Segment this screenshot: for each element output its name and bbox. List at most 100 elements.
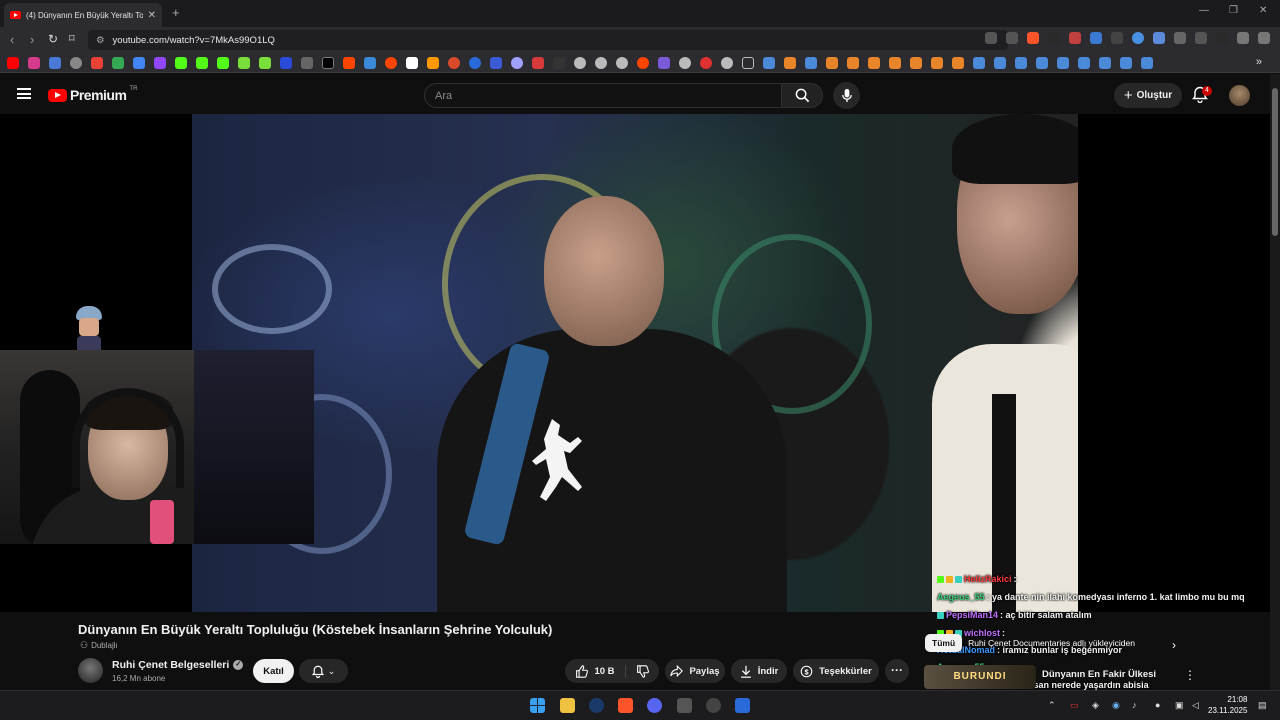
- download-button[interactable]: İndir: [731, 659, 787, 683]
- subscription-bell-button[interactable]: ⌄: [299, 659, 348, 683]
- bookmark-twitch-icon[interactable]: [154, 56, 166, 69]
- bookmark-kick-icon[interactable]: [175, 56, 187, 69]
- tray-steam-icon[interactable]: ◉: [1112, 700, 1120, 711]
- windows-start-icon[interactable]: [530, 698, 545, 713]
- bookmark-orange-folder-icon[interactable]: [868, 56, 880, 69]
- tray-network-icon[interactable]: ▣: [1175, 700, 1184, 711]
- share-icon[interactable]: [1006, 32, 1018, 44]
- bookmark-orange-folder-icon[interactable]: [931, 56, 943, 69]
- brave-shield-icon[interactable]: [1027, 32, 1039, 44]
- site-info-icon[interactable]: ⚙: [96, 35, 105, 46]
- bookmark-pubg-icon[interactable]: [490, 56, 502, 69]
- more-actions-button[interactable]: ···: [885, 659, 909, 683]
- bookmark-orange-folder-icon[interactable]: [784, 56, 796, 69]
- bookmark-orange-folder-icon[interactable]: [847, 56, 859, 69]
- app-icon[interactable]: [706, 698, 721, 713]
- bookmark-steam-icon[interactable]: [763, 56, 775, 69]
- bookmark-youtube-icon[interactable]: [7, 56, 19, 69]
- bookmark-drive-icon[interactable]: [112, 56, 124, 69]
- cast-icon[interactable]: [985, 32, 997, 44]
- address-bar[interactable]: ⚙ youtube.com/watch?v=7MkAs99O1LQ: [88, 30, 1008, 50]
- share-button[interactable]: Paylaş: [665, 659, 725, 683]
- bookmark-globe4-icon[interactable]: [616, 56, 628, 69]
- bookmark-gray-icon[interactable]: [301, 56, 313, 69]
- chip-all[interactable]: Tümü: [925, 634, 963, 652]
- bookmark-orange-folder-icon[interactable]: [826, 56, 838, 69]
- discord-icon[interactable]: [647, 698, 662, 713]
- bookmark-orange-folder-icon[interactable]: [889, 56, 901, 69]
- account-avatar[interactable]: [1229, 85, 1250, 106]
- bookmark-globe3-icon[interactable]: [595, 56, 607, 69]
- media-icon[interactable]: [1237, 32, 1249, 44]
- brave-browser-icon[interactable]: [618, 698, 633, 713]
- bookmark-play-icon[interactable]: [469, 56, 481, 69]
- tray-speaker-icon[interactable]: ◁: [1192, 700, 1199, 711]
- bookmark-gmail-icon[interactable]: [91, 56, 103, 69]
- channel-avatar[interactable]: [78, 658, 103, 683]
- suggestion-menu-icon[interactable]: ⋮: [1184, 668, 1196, 682]
- steam-icon[interactable]: [589, 698, 604, 713]
- back-icon[interactable]: ‹: [10, 32, 14, 47]
- file-explorer-icon[interactable]: [560, 698, 575, 713]
- join-button[interactable]: Katıl: [253, 659, 294, 683]
- bookmarks-more-icon[interactable]: »: [1256, 56, 1262, 68]
- voice-search-button[interactable]: [833, 82, 860, 109]
- tray-expand-icon[interactable]: ⌃: [1048, 700, 1056, 711]
- extension-windows-icon[interactable]: [1153, 32, 1165, 44]
- bookmark-folder-icon[interactable]: [742, 56, 754, 69]
- bookmark-orange-icon[interactable]: [448, 56, 460, 69]
- thumbs-down-icon[interactable]: [636, 664, 649, 678]
- chip-uploader[interactable]: Ruhi Çenet Documentaries adlı yükleyicid…: [968, 638, 1135, 648]
- bookmark-reddit3-icon[interactable]: [637, 56, 649, 69]
- tray-mic-icon[interactable]: ●: [1155, 700, 1160, 710]
- bookmark-steam-icon[interactable]: [1120, 56, 1132, 69]
- bookmark-orange-folder-icon[interactable]: [952, 56, 964, 69]
- epic-games-icon[interactable]: [677, 698, 692, 713]
- battlenet-icon[interactable]: [735, 698, 750, 713]
- bookmark-steam-icon[interactable]: [1015, 56, 1027, 69]
- scrollbar-thumb[interactable]: [1272, 88, 1278, 236]
- extension-gray-icon[interactable]: [1111, 32, 1123, 44]
- bookmark-anchor-icon[interactable]: [280, 56, 292, 69]
- bookmark-steam-icon[interactable]: [805, 56, 817, 69]
- bookmark-green-icon[interactable]: [238, 56, 250, 69]
- notification-center-icon[interactable]: ▤: [1258, 700, 1267, 711]
- maximize-icon[interactable]: ❐: [1229, 5, 1238, 16]
- chevron-right-icon[interactable]: ›: [1172, 638, 1176, 652]
- bookmark-kick-icon[interactable]: [217, 56, 229, 69]
- menu-icon[interactable]: [1258, 32, 1270, 44]
- sidebar-icon[interactable]: [1195, 32, 1207, 44]
- bookmark-blue2-icon[interactable]: [364, 56, 376, 69]
- bookmark-p-icon[interactable]: [406, 56, 418, 69]
- extension-audio-icon[interactable]: [1090, 32, 1102, 44]
- bookmark-steam-icon[interactable]: [1141, 56, 1153, 69]
- bookmark-red-icon[interactable]: [532, 56, 544, 69]
- bookmark-globe6-icon[interactable]: [721, 56, 733, 69]
- bookmark-globe-icon[interactable]: [70, 56, 82, 69]
- bookmark-green-icon[interactable]: [259, 56, 271, 69]
- tray-app-icon[interactable]: ▭: [1070, 700, 1079, 711]
- bookmark-purple-icon[interactable]: [511, 56, 523, 69]
- create-button[interactable]: + Oluştur: [1114, 83, 1182, 108]
- bookmark-kick-icon[interactable]: [196, 56, 208, 69]
- bookmark-amazon-icon[interactable]: [427, 56, 439, 69]
- bookmark-steam-icon[interactable]: [1057, 56, 1069, 69]
- close-window-icon[interactable]: ✕: [1259, 5, 1267, 16]
- bookmark-steam-icon[interactable]: [1099, 56, 1111, 69]
- tray-volume-icon[interactable]: ♪: [1132, 700, 1137, 710]
- extension-red-icon[interactable]: [1069, 32, 1081, 44]
- new-tab-button[interactable]: +: [172, 5, 180, 20]
- bookmark-globe2-icon[interactable]: [574, 56, 586, 69]
- bookmark-kick2-icon[interactable]: [553, 56, 565, 69]
- bookmark-steam-icon[interactable]: [994, 56, 1006, 69]
- forward-icon[interactable]: ›: [30, 32, 34, 47]
- taskbar-clock[interactable]: 21:08 23.11.2025: [1208, 694, 1247, 716]
- channel-name-link[interactable]: Ruhi Çenet Belgeselleri ✓: [112, 659, 244, 671]
- bookmark-orange-folder-icon[interactable]: [910, 56, 922, 69]
- like-button[interactable]: 10 B: [575, 664, 626, 678]
- bookmark-reddit-icon[interactable]: [343, 56, 355, 69]
- extensions-puzzle-icon[interactable]: [1174, 32, 1186, 44]
- bookmark-globe5-icon[interactable]: [679, 56, 691, 69]
- bookmark-x-icon[interactable]: [322, 56, 334, 69]
- tab-close-icon[interactable]: ✕: [148, 10, 156, 21]
